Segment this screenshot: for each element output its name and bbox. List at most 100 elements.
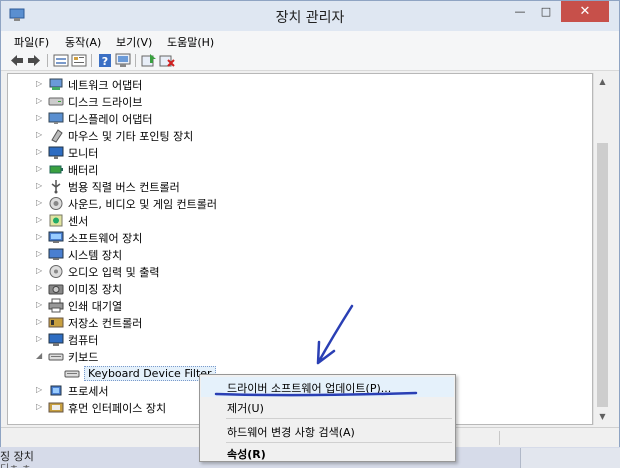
tree-item-label: 시스템 장치 [68, 249, 123, 262]
scan-hardware-menu-item[interactable]: 하드웨어 변경 사항 검색(A) [201, 421, 454, 441]
expand-icon[interactable]: ▷ [36, 317, 42, 326]
keyboard-icon [64, 370, 80, 378]
minimize-button[interactable]: — [507, 1, 533, 22]
menu-action[interactable]: 동작(A) [65, 34, 101, 50]
tree-item-label: 프로세서 [68, 385, 109, 398]
tree-item-label: 범용 직렬 버스 컨트롤러 [68, 181, 180, 194]
software-device-icon [48, 231, 64, 243]
tree-item-label: 컴퓨터 [68, 334, 99, 347]
computer-icon [48, 333, 64, 346]
expand-icon[interactable]: ▷ [36, 113, 42, 122]
expand-icon[interactable]: ▷ [36, 249, 42, 258]
tree-item[interactable]: ▷ 이미징 장치 [8, 280, 588, 297]
tree-item[interactable]: ▷ 저장소 컨트롤러 [8, 314, 588, 331]
expand-icon[interactable]: ▷ [36, 283, 42, 292]
tree-item-label: 모니터 [68, 147, 99, 160]
expand-icon[interactable]: ▷ [36, 164, 42, 173]
scroll-thumb[interactable] [597, 143, 608, 407]
collapse-icon[interactable]: ◢ [36, 351, 42, 360]
tree-item[interactable]: ▷ 시스템 장치 [8, 246, 588, 263]
toolbar-separator [135, 54, 136, 67]
context-menu: 드라이버 소프트웨어 업데이트(P)... 제거(U) 하드웨어 변경 사항 검… [199, 374, 456, 462]
expand-icon[interactable]: ▷ [36, 266, 42, 275]
tree-item-label: 배터리 [68, 164, 99, 177]
vertical-scrollbar[interactable]: ▲ ▼ [593, 73, 610, 425]
tree-item-label: Keyboard Device Filter [84, 366, 216, 381]
close-button[interactable]: ✕ [561, 1, 609, 22]
maximize-button[interactable]: □ [533, 1, 559, 22]
tree-item[interactable]: ▷ 모니터 [8, 144, 588, 161]
processor-icon [50, 385, 62, 396]
expand-icon[interactable]: ▷ [36, 300, 42, 309]
expand-icon[interactable]: ▷ [36, 198, 42, 207]
tree-item[interactable]: ▷ 센서 [8, 212, 588, 229]
tree-item[interactable]: ▷ 범용 직렬 버스 컨트롤러 [8, 178, 588, 195]
view-icon[interactable] [53, 53, 69, 68]
display-adapter-icon [48, 112, 64, 124]
mouse-icon [51, 129, 63, 143]
expand-icon[interactable]: ▷ [36, 385, 42, 394]
tree-item[interactable]: ▷ 디스플레이 어댑터 [8, 110, 588, 127]
tree-item[interactable]: ▷ 마우스 및 기타 포인팅 장치 [8, 127, 588, 144]
forward-arrow-icon[interactable] [26, 53, 42, 68]
expand-icon[interactable]: ▷ [36, 181, 42, 190]
menu-view[interactable]: 보기(V) [116, 34, 152, 50]
update-driver-menu-item[interactable]: 드라이버 소프트웨어 업데이트(P)... [201, 377, 454, 397]
hid-icon [48, 402, 64, 413]
tree-item-label: 휴먼 인터페이스 장치 [68, 402, 167, 415]
menu-item-label: 속성(R) [227, 448, 266, 461]
expand-icon[interactable]: ▷ [36, 147, 42, 156]
monitor-icon[interactable] [115, 53, 131, 68]
tree-item-label: 센서 [68, 215, 89, 228]
battery-icon [49, 165, 63, 174]
expand-icon[interactable]: ▷ [36, 79, 42, 88]
scroll-up-icon[interactable]: ▲ [594, 73, 611, 90]
keyboard-icon [48, 353, 64, 361]
printer-icon [48, 298, 64, 313]
menu-help[interactable]: 도움말(H) [167, 34, 214, 50]
tree-item-label: 사운드, 비디오 및 게임 컨트롤러 [68, 198, 218, 211]
expand-icon[interactable]: ▷ [36, 232, 42, 241]
status-divider [499, 431, 500, 445]
tree-item[interactable]: ▷ 배터리 [8, 161, 588, 178]
tree-item[interactable]: ▷ 네트워크 어댑터 [8, 76, 588, 93]
tree-item[interactable]: ◢ 키보드 [8, 348, 588, 365]
menu-item-label: 드라이버 소프트웨어 업데이트(P)... [227, 382, 392, 395]
tree-item[interactable]: ▷ 오디오 입력 및 출력 [8, 263, 588, 280]
tree-item-label: 이미징 장치 [68, 283, 123, 296]
update-driver-icon[interactable] [141, 53, 157, 68]
system-device-icon [48, 248, 64, 260]
toolbar-separator [91, 54, 92, 67]
expand-icon[interactable]: ▷ [36, 215, 42, 224]
network-adapter-icon [49, 78, 63, 90]
tree-item-label: 인쇄 대기열 [68, 300, 123, 313]
properties-menu-item[interactable]: 속성(R) [201, 443, 454, 463]
background-window [520, 448, 620, 468]
tree-item[interactable]: ▷ 컴퓨터 [8, 331, 588, 348]
tree-item-label: 저장소 컨트롤러 [68, 317, 143, 330]
svg-text:?: ? [102, 55, 108, 68]
uninstall-menu-item[interactable]: 제거(U) [201, 397, 454, 417]
tree-item-label: 오디오 입력 및 출력 [68, 266, 160, 279]
back-arrow-icon[interactable] [9, 53, 25, 68]
menu-file[interactable]: 파일(F) [14, 34, 49, 50]
tree-item[interactable]: ▷ 사운드, 비디오 및 게임 컨트롤러 [8, 195, 588, 212]
tree-item-label: 네트워크 어댑터 [68, 79, 143, 92]
menu-bar: 파일(F) 동작(A) 보기(V) 도움말(H) [1, 31, 619, 51]
tree-item[interactable]: ▷ 디스크 드라이브 [8, 93, 588, 110]
tree-item[interactable]: ▷ 소프트웨어 장치 [8, 229, 588, 246]
help-icon[interactable]: ? [97, 53, 113, 68]
scroll-down-icon[interactable]: ▼ [594, 408, 611, 425]
tree-item[interactable]: ▷ 인쇄 대기열 [8, 297, 588, 314]
expand-icon[interactable]: ▷ [36, 402, 42, 411]
uninstall-icon[interactable] [159, 53, 175, 68]
title-bar[interactable]: 장치 관리자 — □ ✕ [1, 1, 619, 31]
properties-icon[interactable] [71, 53, 87, 68]
toolbar: ? [1, 51, 619, 71]
expand-icon[interactable]: ▷ [36, 96, 42, 105]
device-tree[interactable]: ▷ 네트워크 어댑터 ▷ 디스크 드라이브 ▷ 디스플레이 어댑터 ▷ 마우스 … [7, 73, 593, 425]
expand-icon[interactable]: ▷ [36, 334, 42, 343]
camera-icon [48, 284, 64, 295]
expand-icon[interactable]: ▷ [36, 130, 42, 139]
menu-separator [226, 418, 452, 419]
